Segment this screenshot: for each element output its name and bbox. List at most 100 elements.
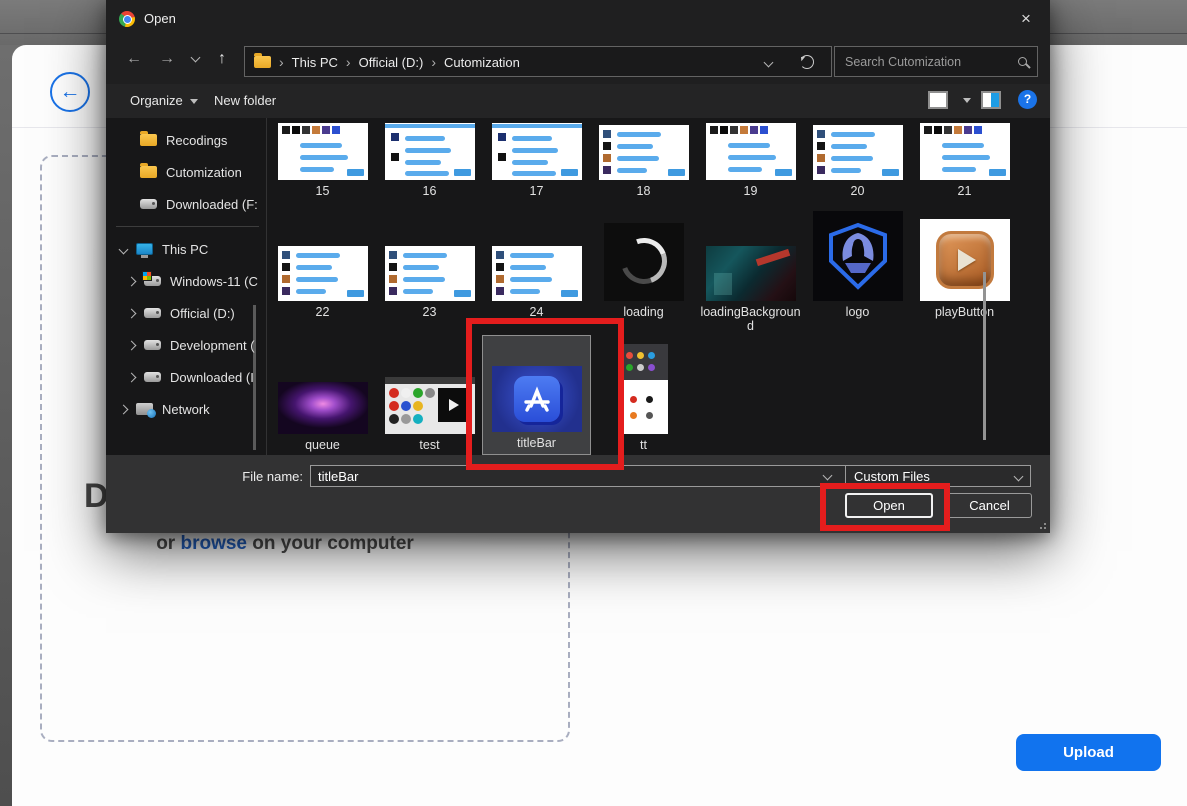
search-box[interactable]: Search Cutomization	[834, 46, 1038, 77]
preview-pane-button[interactable]	[981, 91, 1001, 109]
breadcrumb-item[interactable]: Cutomization	[444, 55, 520, 70]
view-mode-button[interactable]	[928, 91, 948, 109]
expander-chevron-icon[interactable]	[127, 308, 137, 318]
recent-locations-chevron-icon[interactable]	[191, 53, 201, 63]
breadcrumb-item[interactable]: Official (D:)	[359, 55, 424, 70]
help-button[interactable]: ?	[1018, 90, 1037, 109]
browse-hint-line: or browse on your computer	[60, 533, 510, 555]
dialog-titlebar: Open ×	[106, 0, 1050, 38]
sidebar-item-this-pc[interactable]: This PC	[106, 233, 269, 265]
page-left-margin	[0, 45, 12, 806]
refresh-icon[interactable]	[800, 55, 814, 69]
folder-icon	[140, 134, 157, 146]
address-bar[interactable]: ›This PC›Official (D:)›Cutomization	[244, 46, 832, 77]
file-item-24[interactable]: 24	[483, 208, 590, 334]
crumb-separator-icon: ›	[279, 54, 284, 70]
sidebar-item-label: This PC	[162, 242, 208, 257]
back-button[interactable]: ←	[50, 72, 90, 112]
sidebar-item-downloaded-f[interactable]: Downloaded (F:	[106, 188, 269, 220]
file-thumbnail-tt	[620, 344, 668, 434]
file-item-17[interactable]: 17	[483, 122, 590, 198]
file-thumbnail-shot-c	[385, 246, 475, 301]
sidebar-item-label: Windows-11 (C	[170, 274, 258, 289]
sidebar-item-network[interactable]: Network	[106, 393, 269, 425]
file-thumbnail-shot-a	[920, 123, 1010, 180]
resize-grip[interactable]	[1038, 521, 1046, 529]
expander-chevron-icon[interactable]	[119, 244, 129, 254]
file-item-20[interactable]: 20	[804, 122, 911, 198]
file-item-18[interactable]: 18	[590, 122, 697, 198]
expander-chevron-icon[interactable]	[127, 276, 137, 286]
file-item-playbutton[interactable]: playButton	[911, 208, 1018, 334]
close-button[interactable]: ×	[1012, 5, 1040, 33]
sidebar-item-recodings[interactable]: Recodings	[106, 124, 269, 156]
file-item-queue[interactable]: queue	[269, 336, 376, 454]
cancel-button[interactable]: Cancel	[947, 493, 1032, 518]
file-thumbnail-shot-c	[492, 246, 582, 301]
file-grid: 15 16 1718192021 22 2324loadingloadingBackgr…	[269, 118, 1040, 455]
file-name-label: File name:	[237, 469, 303, 484]
sidebar-item-official-d[interactable]: Official (D:)	[106, 297, 269, 329]
sidebar-item-development[interactable]: Development (	[106, 329, 269, 361]
file-item-test[interactable]: test	[376, 336, 483, 454]
expander-chevron-icon[interactable]	[127, 340, 137, 350]
view-mode-caret-icon[interactable]	[963, 98, 971, 103]
file-item-titlebar[interactable]: titleBar	[483, 336, 590, 454]
dialog-body: RecodingsCutomizationDownloaded (F: This …	[106, 118, 1050, 455]
file-name-input[interactable]	[310, 465, 846, 487]
nav-up-button[interactable]: ↑	[218, 50, 226, 68]
crumb-separator-icon: ›	[431, 54, 436, 70]
navigation-sidebar: RecodingsCutomizationDownloaded (F: This …	[106, 118, 269, 455]
network-icon	[136, 403, 153, 415]
expander-chevron-icon[interactable]	[119, 404, 129, 414]
file-thumbnail-appstore	[492, 366, 582, 432]
file-item-15[interactable]: 15	[269, 122, 376, 198]
browse-link[interactable]: browse	[180, 533, 247, 554]
back-arrow-icon: ←	[60, 80, 81, 103]
file-label: logo	[846, 305, 870, 319]
file-item-23[interactable]: 23	[376, 208, 483, 334]
file-item-loading[interactable]: loading	[590, 208, 697, 334]
expander-chevron-icon[interactable]	[127, 372, 137, 382]
file-grid-scrollbar[interactable]	[983, 272, 986, 440]
app-store-icon	[514, 376, 560, 422]
file-grid-row: queue test titleBar tt	[269, 336, 697, 454]
file-item-22[interactable]: 22	[269, 208, 376, 334]
file-item-19[interactable]: 19	[697, 122, 804, 198]
file-thumbnail-loading	[604, 223, 684, 301]
organize-menu[interactable]: Organize	[130, 93, 198, 108]
file-thumbnail-play	[920, 219, 1010, 301]
nav-forward-button[interactable]: →	[159, 50, 175, 68]
pc-icon	[136, 243, 153, 255]
navigation-row: ← → ↑ ›This PC›Official (D:)›Cutomizatio…	[106, 38, 1050, 84]
sidebar-item-label: Official (D:)	[170, 306, 235, 321]
sidebar-item-downloaded-i[interactable]: Downloaded (I	[106, 361, 269, 393]
file-label: 16	[423, 184, 437, 198]
file-thumbnail-logo	[813, 211, 903, 301]
sidebar-item-windows-11-c[interactable]: Windows-11 (C	[106, 265, 269, 297]
drive-icon	[144, 372, 161, 382]
open-button[interactable]: Open	[845, 493, 933, 518]
organize-caret-icon	[190, 99, 198, 104]
sidebar-item-cutomization[interactable]: Cutomization	[106, 156, 269, 188]
file-label: test	[419, 438, 439, 452]
drive-icon	[140, 199, 157, 209]
upload-button[interactable]: Upload	[1016, 734, 1161, 771]
file-label: 15	[316, 184, 330, 198]
file-label: titleBar	[517, 436, 556, 450]
new-folder-button[interactable]: New folder	[214, 93, 276, 108]
sidebar-item-label: Downloaded (I	[170, 370, 254, 385]
nav-back-button[interactable]: ←	[126, 50, 142, 68]
file-thumbnail-shot-b	[492, 123, 582, 180]
file-item-logo[interactable]: logo	[804, 208, 911, 334]
file-item-tt[interactable]: tt	[590, 336, 697, 454]
file-item-16[interactable]: 16	[376, 122, 483, 198]
file-type-select[interactable]: Custom Files	[845, 465, 1031, 487]
file-item-loadingbackground[interactable]: loadingBackground	[697, 208, 804, 334]
sidebar-item-label: Development (	[170, 338, 255, 353]
file-label: 22	[316, 305, 330, 319]
dialog-toolbar: Organize New folder ?	[106, 84, 1050, 118]
breadcrumb-item[interactable]: This PC	[292, 55, 338, 70]
file-item-21[interactable]: 21	[911, 122, 1018, 198]
hooded-logo-graphic	[825, 221, 891, 291]
